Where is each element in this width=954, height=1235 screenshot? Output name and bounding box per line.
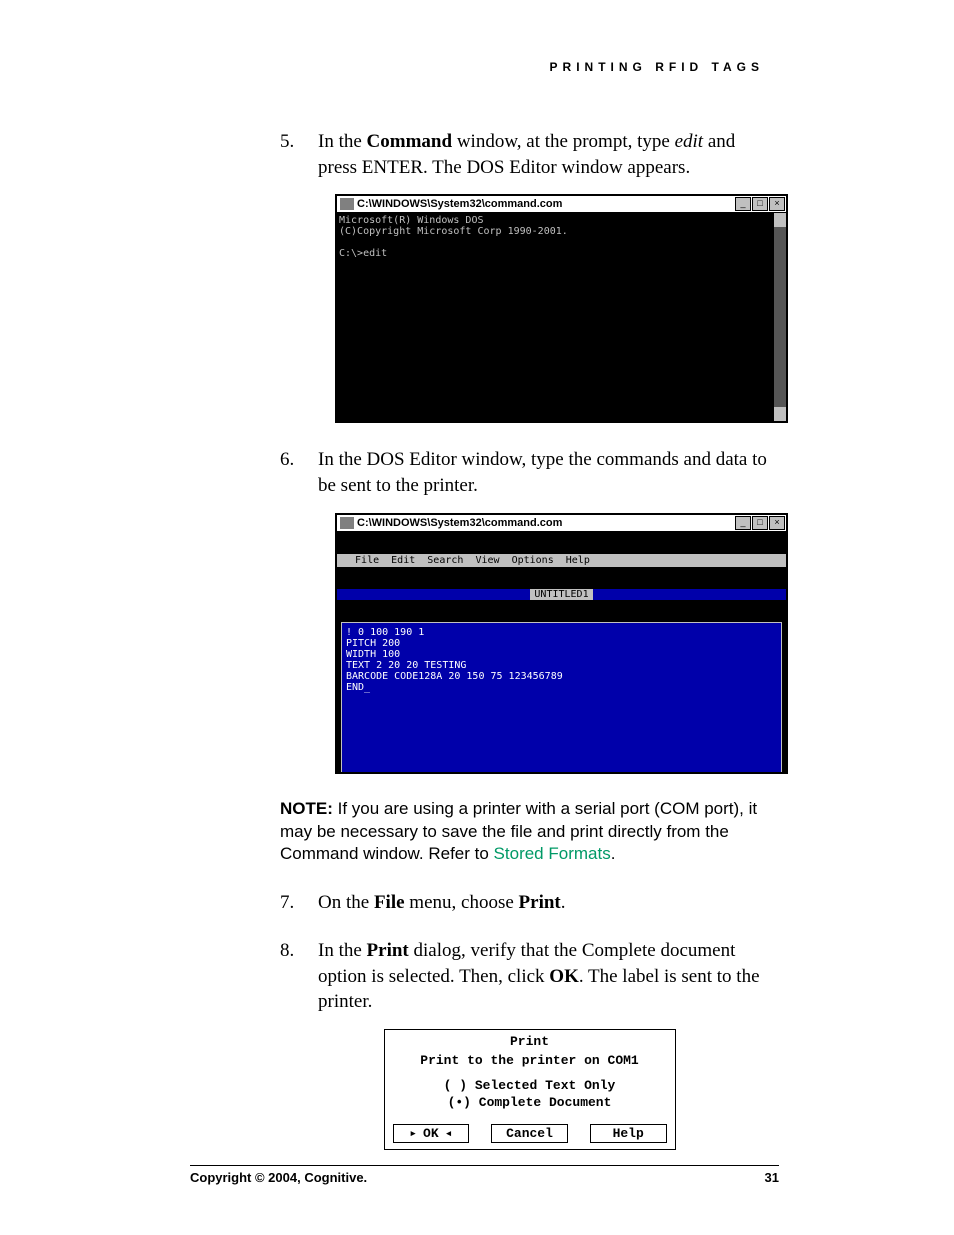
text-fragment: menu, choose (405, 892, 519, 913)
scrollbar[interactable] (774, 213, 786, 421)
radio-selected-text-only[interactable]: ( ) Selected Text Only (385, 1078, 675, 1095)
cancel-button[interactable]: Cancel (491, 1124, 568, 1143)
text-fragment: In the (318, 940, 367, 961)
ok-label: OK (423, 1126, 439, 1141)
triangle-right-icon: ▸ (409, 1126, 417, 1141)
step-7-text: On the File menu, choose Print. (318, 890, 779, 916)
minimize-button[interactable]: _ (735, 197, 751, 211)
maximize-button[interactable]: □ (752, 516, 768, 530)
help-button[interactable]: Help (590, 1124, 667, 1143)
footer-page-number: 31 (765, 1170, 779, 1185)
text-fragment: window, at the prompt, type (452, 131, 675, 152)
screenshot-dos-editor: C:\WINDOWS\System32\command.com _ □ × Fi… (280, 513, 779, 774)
screenshot-command-window: C:\WINDOWS\System32\command.com _ □ × Mi… (280, 194, 779, 423)
close-button[interactable]: × (769, 197, 785, 211)
edit-line: BARCODE CODE128A 20 150 75 123456789 (346, 671, 563, 682)
edit-menu-bar[interactable]: File Edit Search View Options Help (337, 554, 786, 567)
ok-button[interactable]: ▸ OK ◂ (393, 1124, 470, 1143)
edit-line: ! 0 100 190 1 (346, 627, 424, 638)
edit-line: WIDTH 100 (346, 649, 400, 660)
step-7-number: 7. (280, 890, 318, 916)
step-5-text: In the Command window, at the prompt, ty… (318, 129, 779, 180)
text-bold-ok: OK (549, 966, 579, 987)
cmd-line: (C)Copyright Microsoft Corp 1990-2001. (339, 226, 568, 237)
footer-copyright: Copyright © 2004, Cognitive. (190, 1170, 367, 1185)
page-footer: Copyright © 2004, Cognitive. 31 (190, 1165, 779, 1185)
cmd-window-title: C:\WINDOWS\System32\command.com (357, 198, 735, 210)
print-dialog-subtitle: Print to the printer on COM1 (385, 1051, 675, 1078)
text-bold-print: Print (519, 892, 561, 913)
step-6-number: 6. (280, 447, 318, 473)
step-5: 5. In the Command window, at the prompt,… (280, 129, 779, 180)
edit-window-title: C:\WINDOWS\System32\command.com (357, 517, 735, 529)
note-end: . (611, 844, 616, 863)
edit-window-titlebar[interactable]: C:\WINDOWS\System32\command.com _ □ × (337, 515, 786, 532)
text-italic-edit: edit (675, 131, 704, 152)
edit-window-body: File Edit Search View Options Help UNTIT… (337, 532, 786, 772)
edit-text-area[interactable]: ! 0 100 190 1 PITCH 200 WIDTH 100 TEXT 2… (341, 622, 782, 772)
text-fragment: In the (318, 131, 367, 152)
text-bold-command: Command (367, 131, 453, 152)
cmd-window-titlebar[interactable]: C:\WINDOWS\System32\command.com _ □ × (337, 196, 786, 213)
step-8-text: In the Print dialog, verify that the Com… (318, 938, 779, 1015)
main-content: 5. In the Command window, at the prompt,… (280, 129, 779, 1150)
maximize-button[interactable]: □ (752, 197, 768, 211)
cmd-line: C:\>edit (339, 248, 387, 259)
cmd-icon (340, 517, 354, 529)
edit-line: PITCH 200 (346, 638, 400, 649)
text-fragment: On the (318, 892, 374, 913)
cmd-window-body[interactable]: Microsoft(R) Windows DOS (C)Copyright Mi… (337, 213, 786, 421)
note-label: NOTE: (280, 799, 333, 818)
radio-complete-document[interactable]: (•) Complete Document (385, 1095, 675, 1112)
cmd-line: Microsoft(R) Windows DOS (339, 215, 484, 226)
text-fragment: . (561, 892, 566, 913)
step-8: 8. In the Print dialog, verify that the … (280, 938, 779, 1015)
print-dialog: Print Print to the printer on COM1 ( ) S… (384, 1029, 676, 1150)
minimize-button[interactable]: _ (735, 516, 751, 530)
triangle-left-icon: ◂ (445, 1126, 453, 1141)
edit-line: TEXT 2 20 20 TESTING (346, 660, 466, 671)
close-button[interactable]: × (769, 516, 785, 530)
text-bold-print: Print (367, 940, 409, 961)
cmd-icon (340, 198, 354, 210)
link-stored-formats[interactable]: Stored Formats (494, 844, 611, 863)
step-6: 6. In the DOS Editor window, type the co… (280, 447, 779, 498)
edit-filename: UNTITLED1 (530, 589, 592, 600)
step-5-number: 5. (280, 129, 318, 155)
step-6-text: In the DOS Editor window, type the comma… (318, 447, 779, 498)
text-bold-file: File (374, 892, 405, 913)
edit-title-banner: UNTITLED1 (337, 589, 786, 600)
print-dialog-title: Print (385, 1030, 675, 1051)
note-block: NOTE: If you are using a printer with a … (280, 798, 779, 867)
step-8-number: 8. (280, 938, 318, 964)
step-7: 7. On the File menu, choose Print. (280, 890, 779, 916)
edit-line: END_ (346, 682, 370, 693)
page-header: PRINTING RFID TAGS (0, 60, 954, 74)
